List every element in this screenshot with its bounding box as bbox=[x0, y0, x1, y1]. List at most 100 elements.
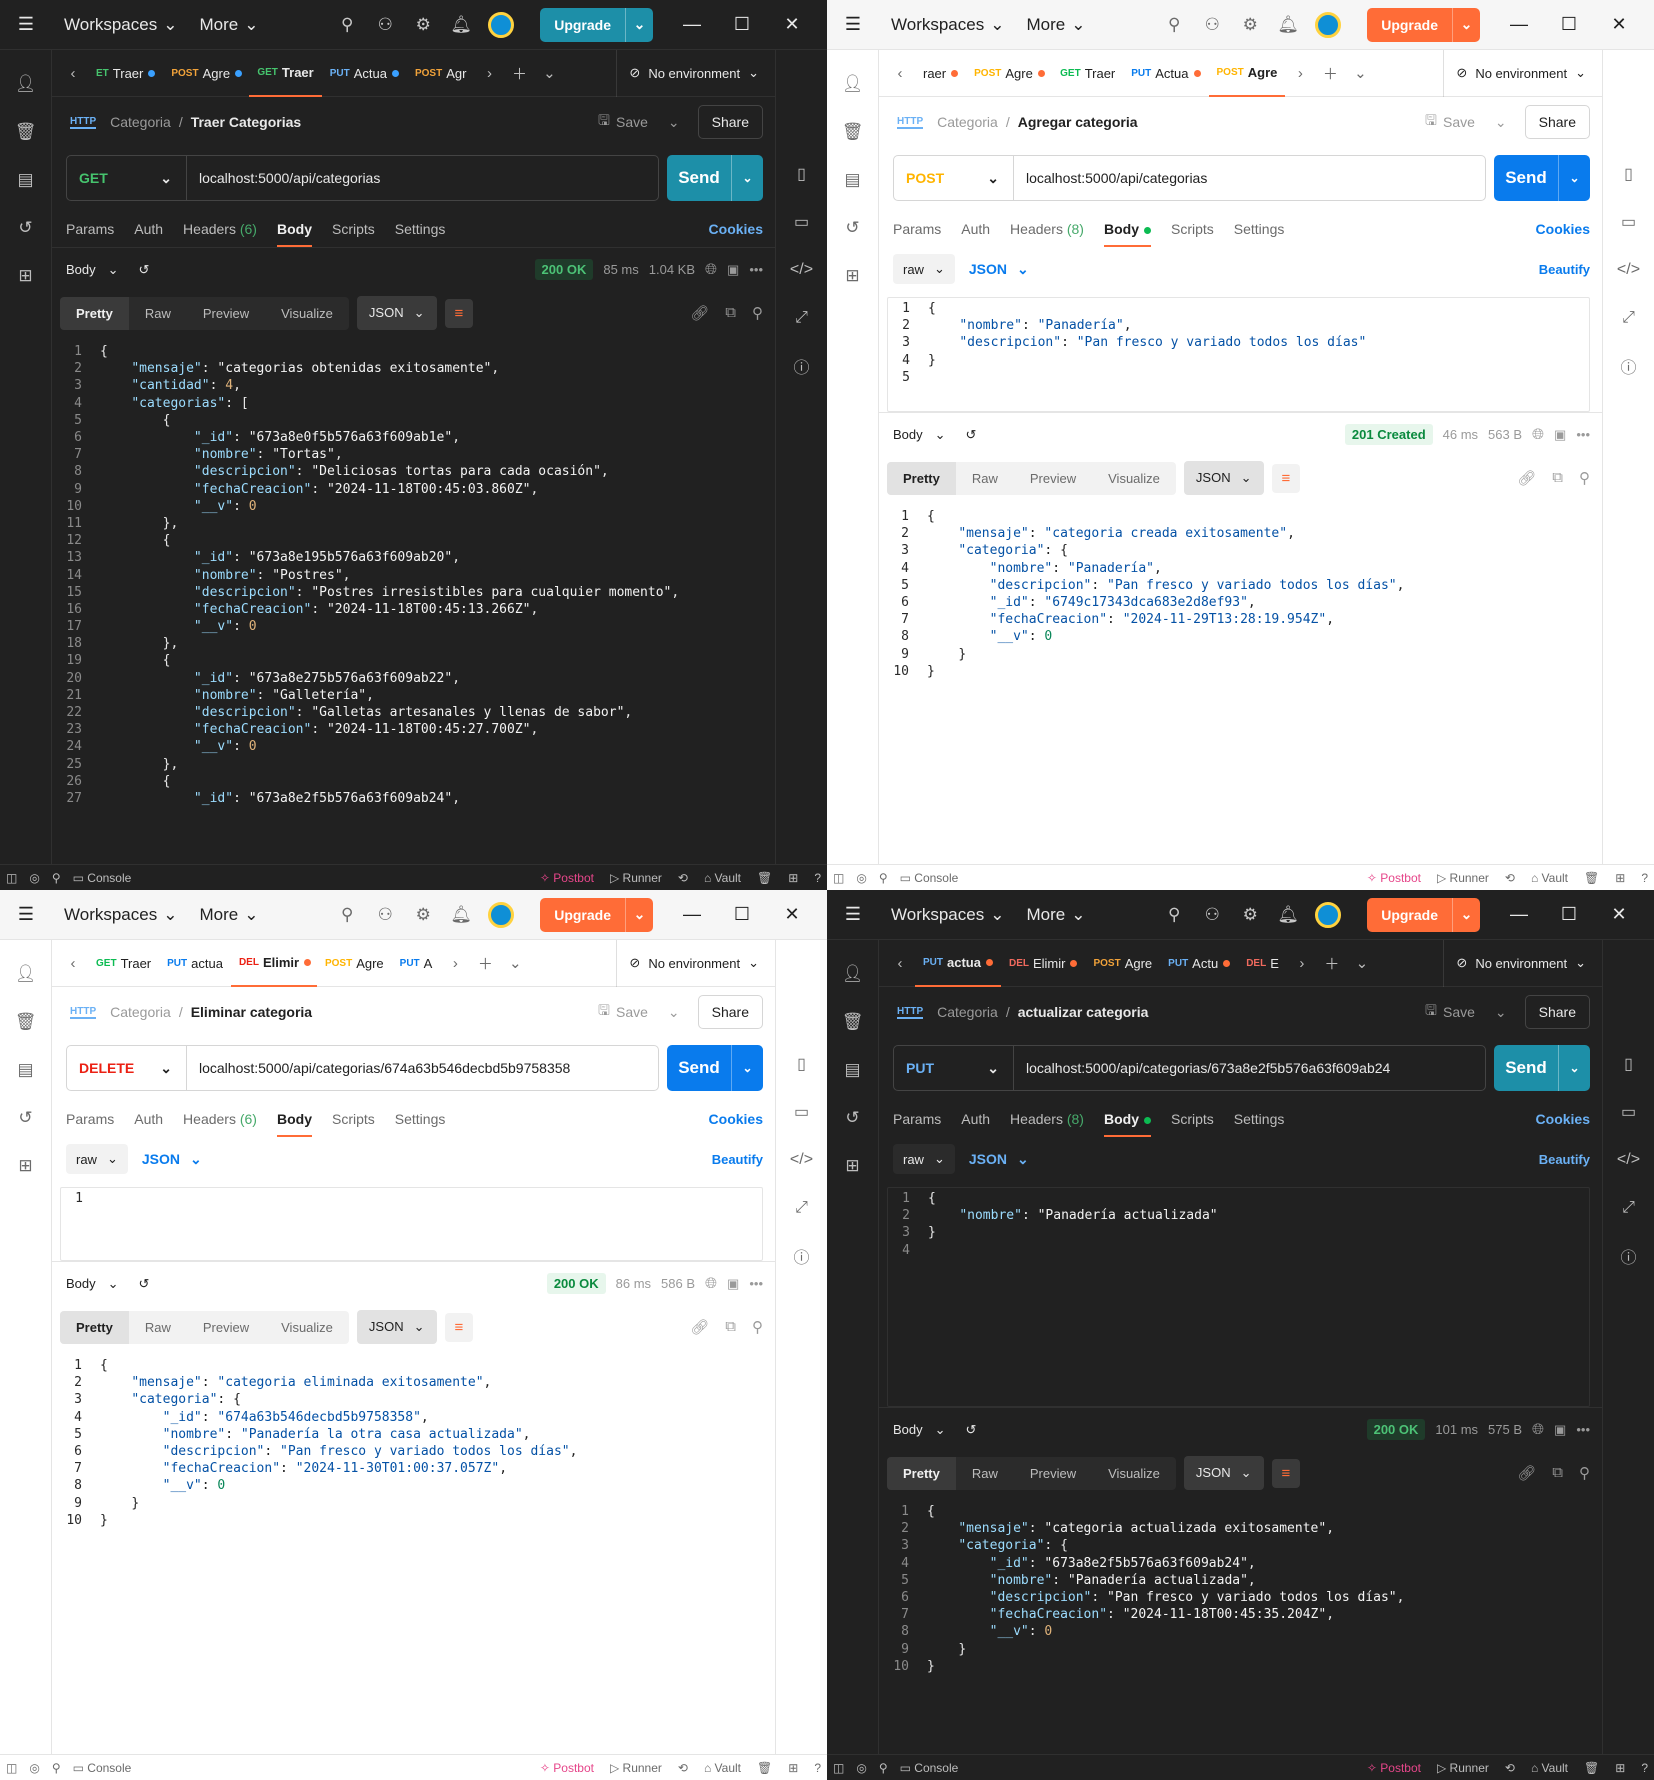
postbot-button[interactable]: ✧ Postbot bbox=[540, 871, 594, 885]
apps-grid-icon[interactable]: ⊞ bbox=[18, 1142, 32, 1190]
search-icon[interactable]: ⚲ bbox=[1579, 1464, 1590, 1482]
user-icon[interactable]: 👤︎ bbox=[15, 60, 37, 108]
tab-body[interactable]: Body bbox=[276, 1111, 312, 1137]
tab-headers[interactable]: Headers (6) bbox=[183, 1111, 257, 1137]
save-response-icon[interactable]: ▣ bbox=[727, 262, 739, 278]
request-tab[interactable]: PUT actua bbox=[915, 940, 1001, 987]
more-menu[interactable]: More ⌄ bbox=[199, 15, 258, 35]
workspaces-menu[interactable]: Workspaces ⌄ bbox=[64, 15, 177, 35]
response-body-select[interactable]: Body bbox=[893, 1422, 923, 1437]
environment-selector[interactable]: ⊘ No environment ⌄ bbox=[1443, 49, 1598, 97]
notifications-bell-icon[interactable]: 🔔︎ bbox=[1269, 15, 1307, 35]
history-icon[interactable]: ↺ bbox=[139, 1276, 150, 1292]
minimize-icon[interactable]: — bbox=[667, 14, 717, 35]
console-button[interactable]: ▭ Console bbox=[900, 871, 959, 885]
upgrade-button[interactable]: Upgrade ⌄ bbox=[1367, 897, 1480, 932]
view-pretty[interactable]: Pretty bbox=[60, 1310, 129, 1344]
minimize-icon[interactable]: — bbox=[1494, 14, 1544, 35]
workspaces-menu[interactable]: Workspaces ⌄ bbox=[64, 905, 177, 925]
environments-icon[interactable]: ▤ bbox=[844, 156, 860, 204]
postbot-button[interactable]: ✧ Postbot bbox=[1367, 871, 1421, 885]
avatar[interactable] bbox=[1315, 11, 1342, 38]
view-raw[interactable]: Raw bbox=[956, 462, 1014, 495]
view-raw[interactable]: Raw bbox=[129, 297, 187, 330]
raw-select[interactable]: raw ⌄ bbox=[893, 1144, 955, 1174]
chevron-down-icon[interactable]: ⌄ bbox=[108, 1276, 119, 1292]
tab-auth[interactable]: Auth bbox=[134, 1111, 163, 1137]
save-button[interactable]: 🖫 Save ⌄ bbox=[598, 110, 680, 134]
search-icon[interactable]: ⚲ bbox=[752, 304, 763, 322]
link-icon[interactable]: 🔗︎ bbox=[690, 1318, 709, 1336]
close-window-icon[interactable]: ✕ bbox=[767, 904, 817, 925]
view-preview[interactable]: Preview bbox=[1014, 462, 1092, 495]
chevron-down-icon[interactable]: ⌄ bbox=[935, 427, 946, 443]
wrap-lines-icon[interactable]: ≡ bbox=[1271, 463, 1301, 493]
request-body-editor[interactable]: 1{2 "nombre": "Panadería", 3 "descripcion… bbox=[887, 297, 1590, 412]
find-icon[interactable]: ⚲ bbox=[879, 1761, 888, 1775]
minimize-icon[interactable]: — bbox=[667, 904, 717, 925]
layout-icon[interactable]: ⊞ bbox=[1615, 1761, 1625, 1775]
chevron-down-icon[interactable]: ⌄ bbox=[668, 114, 680, 131]
comments-icon[interactable]: ▭ bbox=[1621, 198, 1636, 246]
chevron-down-icon[interactable]: ⌄ bbox=[625, 7, 653, 42]
settings-gear-icon[interactable]: ⚙ bbox=[1231, 15, 1269, 35]
save-response-icon[interactable]: ▣ bbox=[1554, 1422, 1566, 1438]
wrap-lines-icon[interactable]: ≡ bbox=[444, 298, 474, 328]
online-status-icon[interactable]: ◎ bbox=[856, 871, 866, 885]
url-input[interactable]: localhost:5000/api/categorias/674a63b546… bbox=[187, 1060, 570, 1076]
code-icon[interactable]: </> bbox=[790, 246, 813, 294]
breadcrumb-collection[interactable]: Categoria bbox=[937, 114, 998, 130]
documentation-icon[interactable]: ▯ bbox=[797, 150, 806, 198]
request-tab[interactable]: DEL Elimir bbox=[230, 940, 317, 987]
tabs-dropdown-icon[interactable]: ⌄ bbox=[534, 64, 564, 82]
environments-icon[interactable]: ▤ bbox=[17, 1046, 33, 1094]
vault-button[interactable]: ⌂ Vault bbox=[704, 871, 741, 885]
find-icon[interactable]: ⚲ bbox=[879, 871, 888, 885]
tab-scripts[interactable]: Scripts bbox=[332, 1111, 375, 1137]
environment-selector[interactable]: ⊘ No environment ⌄ bbox=[1443, 939, 1598, 987]
find-icon[interactable]: ⚲ bbox=[52, 1761, 61, 1775]
history-icon[interactable]: ↺ bbox=[966, 427, 977, 443]
raw-select[interactable]: raw ⌄ bbox=[66, 1144, 128, 1174]
toggle-sidebar-icon[interactable]: ◫ bbox=[6, 871, 17, 885]
environments-icon[interactable]: ▤ bbox=[17, 156, 33, 204]
notifications-bell-icon[interactable]: 🔔︎ bbox=[1269, 905, 1307, 925]
tab-auth[interactable]: Auth bbox=[961, 1111, 990, 1137]
tabs-dropdown-icon[interactable]: ⌄ bbox=[1347, 954, 1377, 972]
related-icon[interactable]: ⤢ bbox=[1622, 1184, 1635, 1232]
user-icon[interactable]: 👤︎ bbox=[15, 950, 37, 998]
new-tab-plus-icon[interactable]: ＋ bbox=[1317, 953, 1347, 974]
share-button[interactable]: Share bbox=[1524, 995, 1590, 1029]
chevron-right-icon[interactable]: › bbox=[1287, 955, 1317, 972]
tab-body[interactable]: Body bbox=[1103, 221, 1151, 247]
chevron-down-icon[interactable]: ⌄ bbox=[935, 1422, 946, 1438]
chevron-down-icon[interactable]: ⌄ bbox=[1495, 1004, 1507, 1021]
send-button[interactable]: Send ⌄ bbox=[667, 155, 763, 201]
response-body[interactable]: 1{2 "mensaje": "categoria creada exitosa… bbox=[879, 500, 1602, 864]
maximize-icon[interactable]: ☐ bbox=[1544, 14, 1594, 35]
tab-scripts[interactable]: Scripts bbox=[332, 221, 375, 247]
copy-icon[interactable]: ⧉ bbox=[1552, 469, 1563, 487]
invite-user-icon[interactable]: ⚇ bbox=[1193, 15, 1231, 35]
new-tab-plus-icon[interactable]: ＋ bbox=[1315, 63, 1345, 84]
apps-grid-icon[interactable]: ⊞ bbox=[845, 1142, 859, 1190]
request-tab[interactable]: GET Traer bbox=[249, 50, 322, 97]
runner-button[interactable]: ▷ Runner bbox=[1437, 871, 1489, 885]
save-response-icon[interactable]: ▣ bbox=[1554, 427, 1566, 443]
send-button[interactable]: Send ⌄ bbox=[1494, 1045, 1590, 1091]
more-options-icon[interactable]: ••• bbox=[749, 262, 763, 277]
history-icon[interactable]: ↺ bbox=[139, 262, 150, 278]
request-tab[interactable]: DEL Elimir bbox=[1001, 940, 1086, 987]
method-select[interactable]: DELETE ⌄ bbox=[67, 1046, 187, 1090]
notifications-bell-icon[interactable]: 🔔︎ bbox=[442, 905, 480, 925]
url-input[interactable]: localhost:5000/api/categorias bbox=[1014, 170, 1207, 186]
chevron-right-icon[interactable]: › bbox=[1285, 65, 1315, 82]
copy-icon[interactable]: ⧉ bbox=[725, 304, 736, 322]
request-tab[interactable]: POST Agre bbox=[1208, 50, 1286, 97]
info-icon[interactable]: ⓘ bbox=[1620, 342, 1636, 390]
chevron-down-icon[interactable]: ⌄ bbox=[668, 1004, 680, 1021]
related-icon[interactable]: ⤢ bbox=[795, 1184, 808, 1232]
console-button[interactable]: ▭ Console bbox=[73, 1761, 132, 1775]
request-tab[interactable]: GET Traer bbox=[1052, 50, 1123, 97]
view-visualize[interactable]: Visualize bbox=[265, 297, 349, 330]
